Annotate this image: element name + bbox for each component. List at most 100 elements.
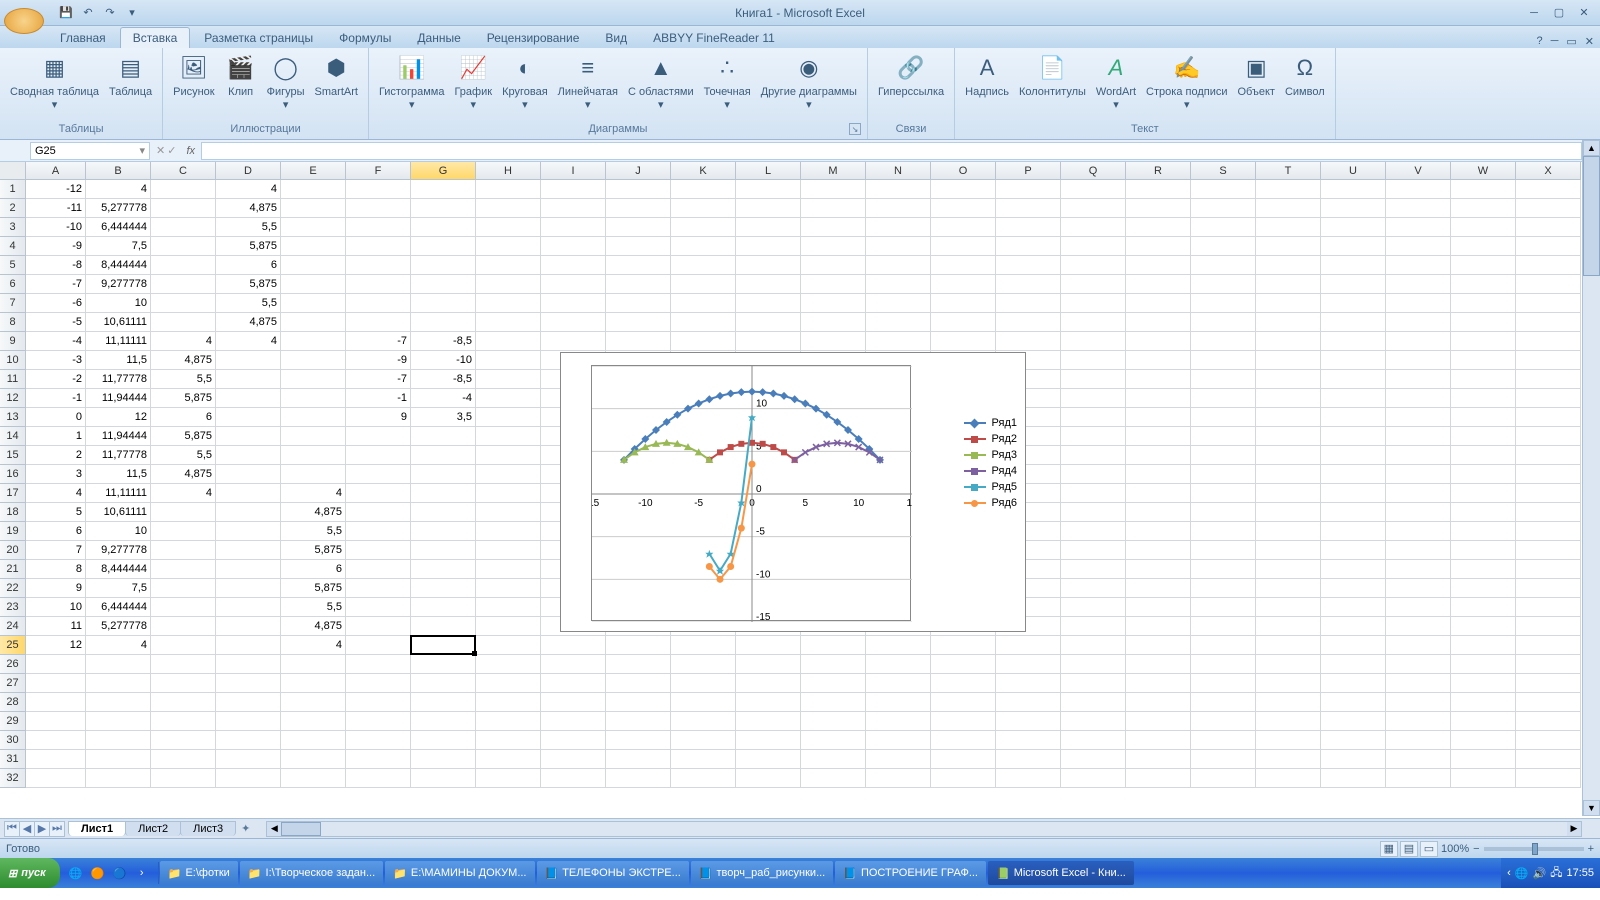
cell[interactable] bbox=[281, 408, 346, 427]
cell[interactable] bbox=[476, 389, 541, 408]
cell[interactable] bbox=[866, 332, 931, 351]
cell[interactable] bbox=[1516, 256, 1581, 275]
cell[interactable] bbox=[1451, 541, 1516, 560]
cell[interactable]: 7,5 bbox=[86, 237, 151, 256]
cell[interactable] bbox=[476, 180, 541, 199]
cell[interactable] bbox=[1516, 693, 1581, 712]
cell[interactable] bbox=[411, 256, 476, 275]
cell[interactable] bbox=[671, 256, 736, 275]
cell[interactable] bbox=[801, 750, 866, 769]
row-header[interactable]: 26 bbox=[0, 655, 26, 674]
cell[interactable] bbox=[1061, 484, 1126, 503]
cell[interactable]: 5,5 bbox=[281, 598, 346, 617]
cell[interactable] bbox=[1126, 389, 1191, 408]
cell[interactable] bbox=[736, 199, 801, 218]
cell[interactable] bbox=[411, 180, 476, 199]
cell[interactable] bbox=[931, 731, 996, 750]
bar-chart-button[interactable]: ≡Линейчатая▾ bbox=[554, 50, 622, 113]
cell[interactable] bbox=[346, 636, 411, 655]
cell[interactable]: 11 bbox=[26, 617, 86, 636]
hyperlink-button[interactable]: 🔗Гиперссылка bbox=[874, 50, 948, 100]
cell[interactable] bbox=[411, 769, 476, 788]
cell[interactable] bbox=[476, 522, 541, 541]
ribbon-tab-4[interactable]: Данные bbox=[405, 28, 472, 48]
cell[interactable] bbox=[411, 541, 476, 560]
cell[interactable]: 9,277778 bbox=[86, 541, 151, 560]
cell[interactable] bbox=[346, 275, 411, 294]
cell[interactable] bbox=[931, 256, 996, 275]
cell[interactable] bbox=[801, 237, 866, 256]
redo-button[interactable]: ↷ bbox=[100, 3, 120, 23]
cell[interactable] bbox=[931, 199, 996, 218]
cell[interactable]: 4,875 bbox=[216, 199, 281, 218]
row-header[interactable]: 17 bbox=[0, 484, 26, 503]
cell[interactable] bbox=[1191, 275, 1256, 294]
cell[interactable]: 7 bbox=[26, 541, 86, 560]
cell[interactable] bbox=[346, 731, 411, 750]
cell[interactable] bbox=[1386, 750, 1451, 769]
cell[interactable] bbox=[736, 731, 801, 750]
cell[interactable] bbox=[1191, 427, 1256, 446]
row-header[interactable]: 20 bbox=[0, 541, 26, 560]
cell[interactable] bbox=[1126, 712, 1191, 731]
cell[interactable] bbox=[1321, 256, 1386, 275]
cell[interactable]: 6,444444 bbox=[86, 218, 151, 237]
page-layout-view-button[interactable]: ▤ bbox=[1400, 841, 1418, 857]
new-sheet-button[interactable]: ✦ bbox=[235, 822, 256, 835]
cell[interactable] bbox=[606, 313, 671, 332]
cell[interactable] bbox=[1516, 503, 1581, 522]
legend-item[interactable]: Ряд3 bbox=[964, 449, 1017, 461]
cell[interactable] bbox=[866, 693, 931, 712]
cell[interactable] bbox=[606, 275, 671, 294]
cell[interactable] bbox=[1516, 484, 1581, 503]
sheet-nav-last[interactable]: ⏭ bbox=[49, 821, 65, 837]
cell[interactable] bbox=[1516, 180, 1581, 199]
cell[interactable]: 5,5 bbox=[216, 218, 281, 237]
cell[interactable] bbox=[671, 769, 736, 788]
cell[interactable] bbox=[1386, 712, 1451, 731]
cell[interactable]: 6 bbox=[151, 408, 216, 427]
taskbar-item[interactable]: 📗Microsoft Excel - Кни... bbox=[988, 861, 1134, 885]
cell[interactable] bbox=[1126, 408, 1191, 427]
cell[interactable] bbox=[866, 256, 931, 275]
cell[interactable] bbox=[411, 446, 476, 465]
cell[interactable] bbox=[541, 294, 606, 313]
cell[interactable] bbox=[866, 636, 931, 655]
cell[interactable] bbox=[1516, 427, 1581, 446]
cell[interactable] bbox=[1126, 370, 1191, 389]
cell[interactable] bbox=[1451, 636, 1516, 655]
ribbon-tab-7[interactable]: ABBYY FineReader 11 bbox=[641, 28, 787, 48]
cell[interactable] bbox=[1061, 655, 1126, 674]
cell[interactable] bbox=[606, 218, 671, 237]
cell[interactable] bbox=[1191, 579, 1256, 598]
cell[interactable] bbox=[931, 218, 996, 237]
cell[interactable] bbox=[1061, 294, 1126, 313]
cell[interactable] bbox=[476, 484, 541, 503]
cell[interactable] bbox=[736, 332, 801, 351]
spreadsheet-grid[interactable]: ABCDEFGHIJKLMNOPQRSTUVWX 123456789101112… bbox=[0, 162, 1600, 818]
cell[interactable] bbox=[996, 636, 1061, 655]
cell[interactable] bbox=[541, 313, 606, 332]
cell[interactable]: -11 bbox=[26, 199, 86, 218]
cell[interactable] bbox=[1516, 199, 1581, 218]
cell[interactable] bbox=[736, 655, 801, 674]
ribbon-tab-6[interactable]: Вид bbox=[593, 28, 639, 48]
legend-item[interactable]: Ряд1 bbox=[964, 417, 1017, 429]
cell[interactable] bbox=[1191, 560, 1256, 579]
cell[interactable] bbox=[1516, 750, 1581, 769]
cell[interactable] bbox=[671, 693, 736, 712]
cell[interactable] bbox=[216, 541, 281, 560]
cell[interactable] bbox=[411, 617, 476, 636]
cell[interactable]: -10 bbox=[26, 218, 86, 237]
cell[interactable] bbox=[1256, 503, 1321, 522]
tray-expand-icon[interactable]: ‹ bbox=[1507, 867, 1511, 879]
cell[interactable]: 4 bbox=[86, 180, 151, 199]
cell[interactable] bbox=[1191, 655, 1256, 674]
cell[interactable] bbox=[1191, 522, 1256, 541]
cell[interactable] bbox=[1191, 294, 1256, 313]
cell[interactable] bbox=[736, 636, 801, 655]
sheet-nav-first[interactable]: ⏮ bbox=[4, 821, 20, 837]
cell[interactable] bbox=[1126, 769, 1191, 788]
cell[interactable] bbox=[281, 693, 346, 712]
cell[interactable] bbox=[26, 655, 86, 674]
